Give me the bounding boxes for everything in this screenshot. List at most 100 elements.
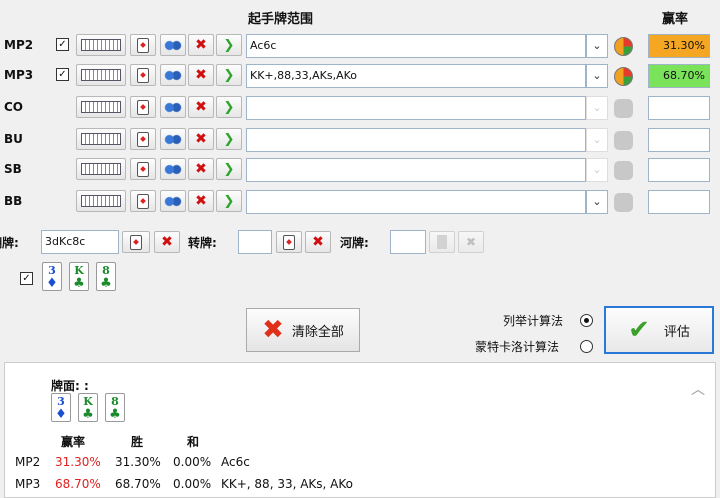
hand-range-matrix-button[interactable] — [76, 158, 126, 180]
clear-range-button[interactable]: ✖ — [188, 190, 214, 212]
result-tie: 0.00% — [173, 477, 212, 491]
apply-range-button[interactable]: ❯ — [216, 158, 242, 180]
range-dropdown[interactable]: ⌄ — [586, 34, 608, 58]
range-dropdown[interactable]: ⌄ — [586, 96, 608, 120]
pie-chart-icon[interactable] — [614, 161, 633, 180]
card-icon — [137, 193, 149, 209]
board-card: 8 ♣ — [105, 393, 125, 422]
chips-button[interactable] — [160, 158, 186, 180]
pie-chart-icon[interactable] — [614, 193, 633, 212]
arrow-right-icon: ❯ — [223, 193, 235, 209]
clear-range-button[interactable]: ✖ — [188, 34, 214, 56]
river-label: 河牌: — [340, 236, 369, 250]
card-picker-button[interactable] — [130, 190, 156, 212]
river-input[interactable] — [390, 230, 426, 254]
chips-icon — [164, 69, 182, 81]
flop-input[interactable]: 3dKc8c — [41, 230, 119, 254]
flop-card-picker-button[interactable] — [122, 231, 150, 253]
pie-chart-icon[interactable] — [614, 131, 633, 150]
result-player: MP3 — [15, 477, 41, 491]
card-icon — [130, 234, 142, 250]
apply-range-button[interactable]: ❯ — [216, 34, 242, 56]
range-dropdown[interactable]: ⌄ — [586, 128, 608, 152]
evaluate-button[interactable]: ✔ 评估 — [604, 306, 714, 354]
chips-icon — [164, 133, 182, 145]
board-checkbox[interactable]: ✓ — [20, 272, 33, 285]
hand-range-matrix-button[interactable] — [76, 64, 126, 86]
clear-range-button[interactable]: ✖ — [188, 158, 214, 180]
pie-chart-icon[interactable] — [614, 37, 633, 56]
chips-button[interactable] — [160, 96, 186, 118]
river-clear-button[interactable]: ✖ — [458, 231, 484, 253]
card-picker-button[interactable] — [130, 128, 156, 150]
apply-range-button[interactable]: ❯ — [216, 128, 242, 150]
turn-card-picker-button[interactable] — [276, 231, 302, 253]
cards-stack-icon — [81, 101, 121, 113]
card-icon — [137, 37, 149, 53]
river-card-picker-button[interactable] — [429, 231, 455, 253]
enumerate-radio[interactable] — [580, 314, 593, 327]
range-dropdown[interactable]: ⌄ — [586, 158, 608, 182]
card-picker-button[interactable] — [130, 158, 156, 180]
card-icon — [283, 234, 295, 250]
card-picker-button[interactable] — [130, 34, 156, 56]
collapse-icon[interactable]: ︿ — [691, 379, 705, 399]
range-input[interactable] — [246, 96, 586, 120]
clear-range-button[interactable]: ✖ — [188, 64, 214, 86]
range-input[interactable]: Ac6c — [246, 34, 586, 58]
card-icon — [437, 235, 447, 249]
col-win-header: 胜 — [131, 435, 144, 449]
close-icon: ✖ — [161, 234, 173, 250]
arrow-right-icon: ❯ — [223, 99, 235, 115]
result-equity: 31.30% — [55, 455, 101, 469]
apply-range-button[interactable]: ❯ — [216, 190, 242, 212]
position-label: SB — [4, 162, 22, 176]
monte-carlo-radio[interactable] — [580, 340, 593, 353]
card-picker-button[interactable] — [130, 64, 156, 86]
position-label: MP3 — [4, 68, 34, 82]
chips-button[interactable] — [160, 64, 186, 86]
equity-value — [648, 128, 710, 152]
position-label: MP2 — [4, 38, 34, 52]
equity-value — [648, 158, 710, 182]
flop-clear-button[interactable]: ✖ — [154, 231, 180, 253]
cards-stack-icon — [81, 133, 121, 145]
turn-input[interactable] — [238, 230, 272, 254]
equity-value: 68.70% — [648, 64, 710, 88]
apply-range-button[interactable]: ❯ — [216, 64, 242, 86]
card-icon — [137, 67, 149, 83]
chips-button[interactable] — [160, 128, 186, 150]
hand-range-matrix-button[interactable] — [76, 34, 126, 56]
enumerate-label: 列举计算法 — [503, 314, 564, 328]
position-label: BB — [4, 194, 23, 208]
card-icon — [137, 131, 149, 147]
range-input[interactable] — [246, 190, 586, 214]
hand-range-matrix-button[interactable] — [76, 128, 126, 150]
range-input[interactable] — [246, 158, 586, 182]
range-dropdown[interactable]: ⌄ — [586, 190, 608, 214]
hand-range-matrix-button[interactable] — [76, 96, 126, 118]
player-checkbox[interactable]: ✓ — [56, 38, 69, 51]
range-input[interactable]: KK+,88,33,AKs,AKo — [246, 64, 586, 88]
card-picker-button[interactable] — [130, 96, 156, 118]
hand-range-matrix-button[interactable] — [76, 190, 126, 212]
player-checkbox[interactable]: ✓ — [56, 68, 69, 81]
turn-clear-button[interactable]: ✖ — [305, 231, 331, 253]
result-win: 68.70% — [115, 477, 161, 491]
close-icon: ✖ — [195, 193, 207, 209]
cards-stack-icon — [81, 163, 121, 175]
pie-chart-icon[interactable] — [614, 67, 633, 86]
chips-button[interactable] — [160, 190, 186, 212]
clear-range-button[interactable]: ✖ — [188, 128, 214, 150]
result-hand: Ac6c — [221, 455, 250, 469]
result-player: MP2 — [15, 455, 41, 469]
range-input[interactable] — [246, 128, 586, 152]
apply-range-button[interactable]: ❯ — [216, 96, 242, 118]
range-dropdown[interactable]: ⌄ — [586, 64, 608, 88]
pie-chart-icon[interactable] — [614, 99, 633, 118]
cards-stack-icon — [81, 39, 121, 51]
chips-button[interactable] — [160, 34, 186, 56]
chips-icon — [164, 39, 182, 51]
clear-all-button[interactable]: ✖ 清除全部 — [246, 308, 360, 352]
clear-range-button[interactable]: ✖ — [188, 96, 214, 118]
